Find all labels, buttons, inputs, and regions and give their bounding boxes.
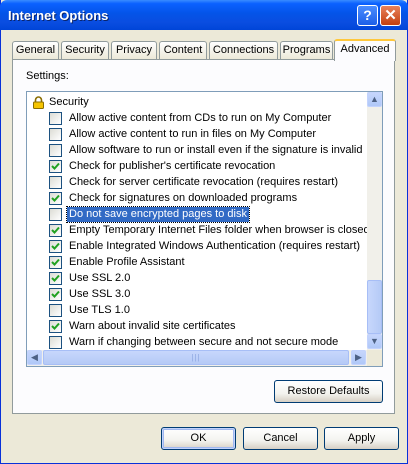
tab-connections[interactable]: Connections bbox=[209, 41, 278, 59]
tab-content[interactable]: Content bbox=[159, 41, 207, 59]
tab-programs[interactable]: Programs bbox=[280, 41, 333, 59]
tab-general[interactable]: General bbox=[12, 41, 59, 59]
scroll-corner bbox=[367, 350, 382, 366]
setting-item[interactable]: Allow active content from CDs to run on … bbox=[27, 111, 367, 127]
checkmark-icon bbox=[51, 194, 60, 202]
setting-label: Allow software to run or install even if… bbox=[69, 144, 363, 156]
setting-checkbox[interactable] bbox=[49, 272, 62, 285]
setting-checkbox[interactable] bbox=[49, 208, 62, 221]
vertical-scrollbar[interactable]: ▲ ▼ bbox=[367, 92, 382, 350]
ok-button[interactable]: OK bbox=[161, 427, 236, 450]
setting-label: Enable Integrated Windows Authentication… bbox=[69, 240, 361, 252]
tab-security[interactable]: Security bbox=[61, 41, 109, 59]
tab-privacy[interactable]: Privacy bbox=[111, 41, 157, 59]
checkmark-icon bbox=[51, 242, 60, 250]
setting-item[interactable]: Allow software to run or install even if… bbox=[27, 143, 367, 159]
horizontal-scrollbar[interactable]: ◀ ||| ▶ bbox=[27, 350, 367, 366]
setting-checkbox[interactable] bbox=[49, 320, 62, 333]
setting-checkbox[interactable] bbox=[49, 112, 62, 125]
setting-item[interactable]: Use TLS 1.0 bbox=[27, 303, 367, 319]
cancel-button[interactable]: Cancel bbox=[243, 427, 318, 450]
settings-label: Settings: bbox=[26, 70, 69, 82]
setting-item[interactable]: Check for signatures on downloaded progr… bbox=[27, 191, 367, 207]
scroll-left-button[interactable]: ◀ bbox=[27, 350, 42, 365]
setting-label: Allow active content from CDs to run on … bbox=[69, 112, 332, 124]
setting-label: Warn about invalid site certificates bbox=[69, 320, 236, 332]
scroll-right-button[interactable]: ▶ bbox=[351, 350, 366, 365]
setting-checkbox[interactable] bbox=[49, 128, 62, 141]
group-label: Security bbox=[49, 96, 89, 108]
checkmark-icon bbox=[51, 226, 60, 234]
setting-item[interactable]: Warn if changing between secure and not … bbox=[27, 335, 367, 351]
help-button[interactable]: ? bbox=[357, 5, 378, 26]
setting-checkbox[interactable] bbox=[49, 160, 62, 173]
checkmark-icon bbox=[51, 290, 60, 298]
settings-list[interactable]: Security Allow active content from CDs t… bbox=[26, 91, 383, 367]
advanced-panel: Settings: Security Allow active content … bbox=[12, 59, 395, 414]
setting-item[interactable]: Use SSL 3.0 bbox=[27, 287, 367, 303]
group-security: Security bbox=[27, 95, 367, 111]
setting-label: Empty Temporary Internet Files folder wh… bbox=[69, 224, 370, 236]
setting-item[interactable]: Check for server certificate revocation … bbox=[27, 175, 367, 191]
title-bar[interactable]: Internet Options ? ✕ bbox=[0, 0, 408, 30]
setting-item[interactable]: Enable Integrated Windows Authentication… bbox=[27, 239, 367, 255]
checkmark-icon bbox=[51, 258, 60, 266]
checkmark-icon bbox=[51, 322, 60, 330]
setting-item[interactable]: Allow active content to run in files on … bbox=[27, 127, 367, 143]
setting-item[interactable]: Use SSL 2.0 bbox=[27, 271, 367, 287]
setting-checkbox[interactable] bbox=[49, 288, 62, 301]
setting-label: Use TLS 1.0 bbox=[69, 304, 130, 316]
setting-checkbox[interactable] bbox=[49, 240, 62, 253]
checkmark-icon bbox=[51, 274, 60, 282]
setting-checkbox[interactable] bbox=[49, 144, 62, 157]
setting-label: Enable Profile Assistant bbox=[69, 256, 185, 268]
vertical-scroll-thumb[interactable] bbox=[367, 280, 382, 334]
scroll-down-button[interactable]: ▼ bbox=[367, 334, 382, 349]
setting-label: Do not save encrypted pages to disk bbox=[66, 206, 250, 223]
tab-advanced[interactable]: Advanced bbox=[334, 39, 396, 61]
setting-label: Check for publisher's certificate revoca… bbox=[69, 160, 276, 172]
setting-label: Check for server certificate revocation … bbox=[69, 176, 338, 188]
apply-button[interactable]: Apply bbox=[324, 427, 399, 450]
setting-checkbox[interactable] bbox=[49, 224, 62, 237]
setting-label: Use SSL 3.0 bbox=[69, 288, 131, 300]
restore-defaults-button[interactable]: Restore Defaults bbox=[274, 380, 383, 403]
setting-label: Use SSL 2.0 bbox=[69, 272, 131, 284]
checkmark-icon bbox=[51, 162, 60, 170]
setting-item[interactable]: Do not save encrypted pages to disk bbox=[27, 206, 367, 223]
setting-checkbox[interactable] bbox=[49, 192, 62, 205]
setting-checkbox[interactable] bbox=[49, 304, 62, 317]
setting-checkbox[interactable] bbox=[49, 336, 62, 349]
setting-item[interactable]: Warn about invalid site certificates bbox=[27, 319, 367, 335]
setting-item[interactable]: Enable Profile Assistant bbox=[27, 255, 367, 271]
horizontal-scroll-thumb[interactable]: ||| bbox=[43, 350, 349, 365]
setting-label: Warn if changing between secure and not … bbox=[69, 336, 339, 348]
setting-checkbox[interactable] bbox=[49, 176, 62, 189]
close-button[interactable]: ✕ bbox=[380, 5, 401, 26]
lock-icon bbox=[32, 96, 45, 112]
setting-label: Allow active content to run in files on … bbox=[69, 128, 317, 140]
scroll-up-button[interactable]: ▲ bbox=[367, 92, 382, 107]
window-title: Internet Options bbox=[8, 8, 109, 23]
setting-checkbox[interactable] bbox=[49, 256, 62, 269]
internet-options-dialog: Internet Options ? ✕ General Security Pr… bbox=[0, 0, 408, 464]
setting-item[interactable]: Empty Temporary Internet Files folder wh… bbox=[27, 223, 370, 239]
setting-label: Check for signatures on downloaded progr… bbox=[69, 192, 298, 204]
setting-item[interactable]: Check for publisher's certificate revoca… bbox=[27, 159, 367, 175]
